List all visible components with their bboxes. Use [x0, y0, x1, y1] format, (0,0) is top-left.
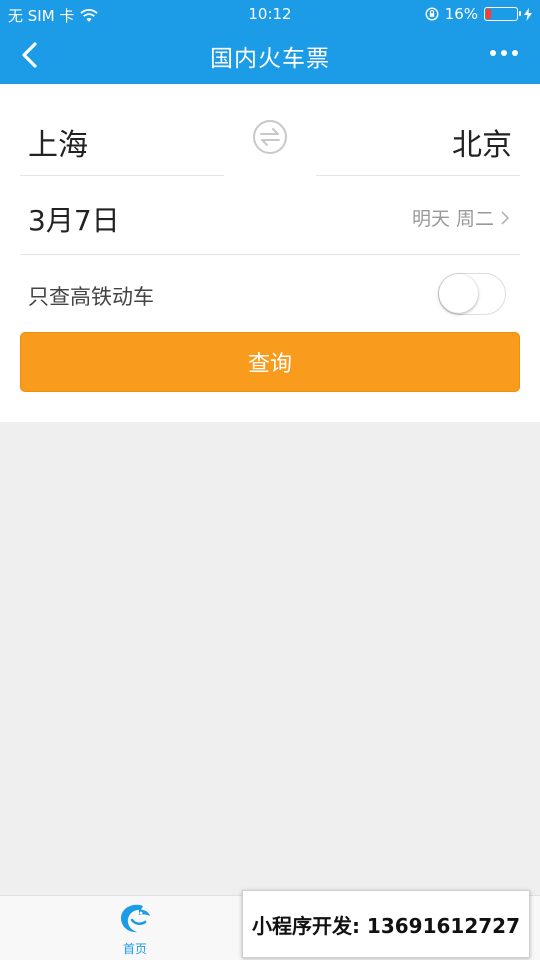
day-info: 明天 周二 — [411, 208, 494, 230]
date-divider — [20, 254, 520, 255]
nav-bar: 国内火车票 — [0, 28, 540, 84]
swap-icon[interactable] — [252, 119, 288, 155]
toggle-knob — [439, 274, 478, 313]
page-title: 国内火车票 — [210, 46, 330, 72]
search-card: 上海 北京 3月7日 明天 周二 只查高铁动车 查询 — [0, 84, 540, 422]
promo-overlay: 小程序开发: 13691612727 — [242, 890, 530, 958]
more-icon[interactable] — [490, 50, 518, 56]
battery-percent: 16% — [444, 5, 478, 23]
header: 无 SIM 卡 10:12 16% 国内火车票 — [0, 0, 540, 84]
status-right: 16% — [425, 5, 532, 23]
dolphin-logo-icon — [121, 904, 150, 933]
to-station[interactable]: 北京 — [452, 120, 512, 164]
high-speed-toggle[interactable] — [438, 273, 506, 315]
high-speed-label: 只查高铁动车 — [28, 285, 154, 309]
chevron-right-icon — [501, 210, 510, 225]
status-bar: 无 SIM 卡 10:12 16% — [0, 0, 540, 28]
promo-text: 小程序开发: 13691612727 — [251, 913, 521, 938]
query-button[interactable]: 查询 — [20, 332, 520, 392]
from-divider — [20, 175, 224, 176]
tab-home[interactable]: 首页 — [100, 902, 170, 957]
charging-icon — [524, 7, 532, 21]
from-station[interactable]: 上海 — [28, 120, 88, 164]
to-divider — [316, 175, 520, 176]
battery-icon — [484, 7, 521, 21]
rotation-lock-icon — [425, 7, 439, 21]
tab-home-label: 首页 — [122, 942, 147, 956]
departure-date[interactable]: 3月7日 — [28, 199, 120, 239]
date-picker[interactable]: 明天 周二 — [412, 204, 510, 231]
